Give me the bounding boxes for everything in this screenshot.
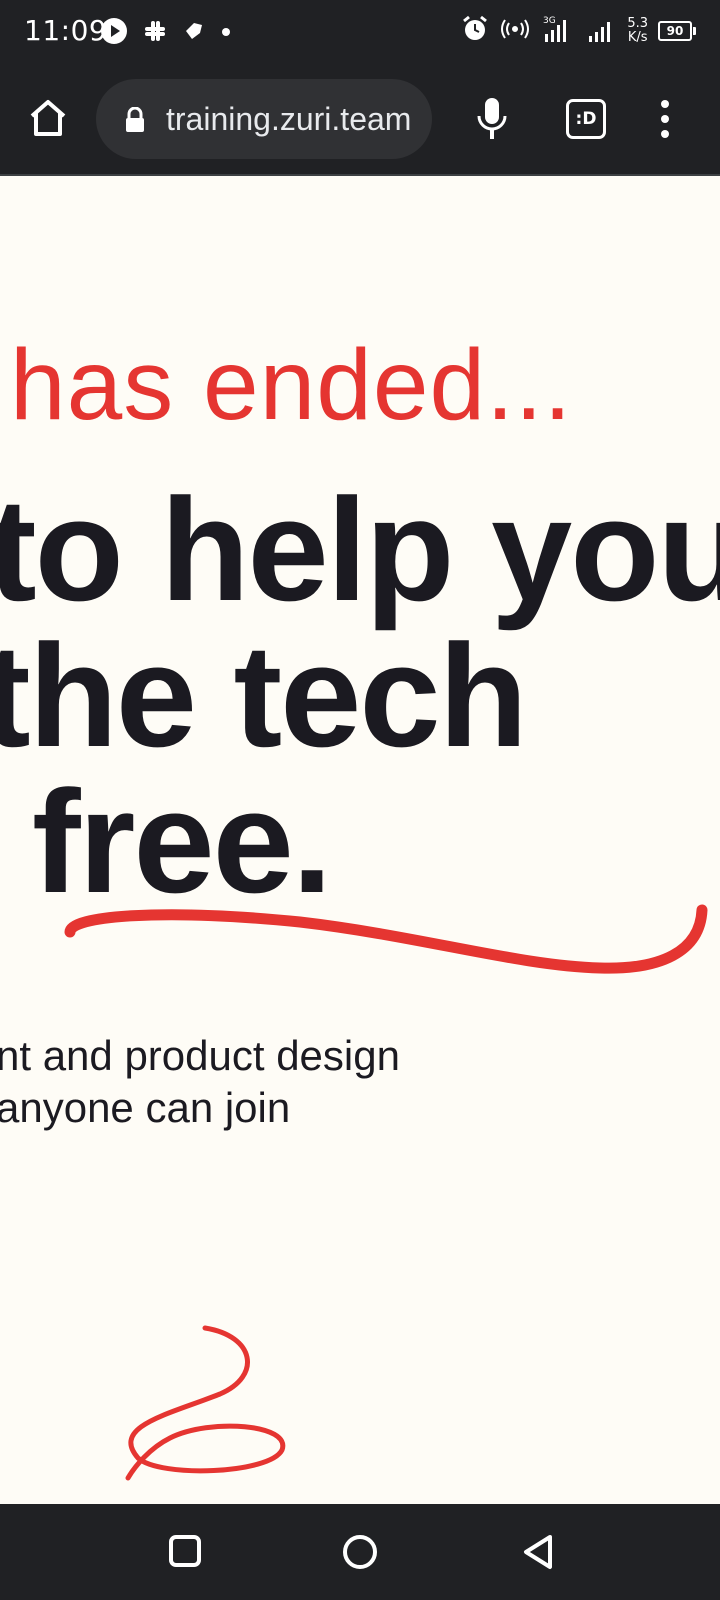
tab-switcher-button[interactable]: :D <box>566 99 606 139</box>
microphone-icon <box>477 98 507 139</box>
network-speed-unit: K/s <box>627 30 648 45</box>
slack-icon <box>142 18 168 49</box>
home-icon <box>30 100 66 136</box>
battery-level: 90 <box>658 21 692 41</box>
back-button[interactable] <box>520 1534 556 1575</box>
more-notifications-dot-icon <box>220 25 232 43</box>
browser-toolbar: training.zuri.team :D <box>0 66 720 176</box>
address-bar[interactable]: training.zuri.team <box>96 79 432 159</box>
home-nav-button[interactable] <box>342 1534 378 1575</box>
subtitle-text: has ended... <box>10 329 573 441</box>
overflow-menu-button[interactable] <box>650 96 680 142</box>
svg-text:3G: 3G <box>543 16 556 26</box>
hotspot-icon <box>499 17 531 45</box>
system-navigation-bar <box>0 1504 720 1600</box>
tag-icon <box>182 19 206 48</box>
red-underline-decoration <box>64 904 708 974</box>
network-speed: 5.3 K/s <box>627 17 648 45</box>
more-vertical-icon <box>661 100 669 138</box>
recents-button[interactable] <box>168 1534 202 1573</box>
system-icons: 3G 5.3 K/s 90 <box>461 14 696 48</box>
status-bar: 11:09 3G 5.3 K/s 90 <box>0 0 720 66</box>
home-button[interactable] <box>26 96 70 140</box>
signal-strength-icon <box>587 14 617 48</box>
square-icon <box>169 1535 201 1567</box>
network-speed-value: 5.3 <box>627 16 648 31</box>
battery-icon: 90 <box>658 21 696 41</box>
back-triangle-icon <box>524 1535 552 1569</box>
red-squiggle-decoration <box>125 1325 286 1481</box>
play-icon <box>100 17 128 50</box>
lock-icon <box>124 106 146 138</box>
url-text[interactable]: training.zuri.team <box>166 101 411 138</box>
voice-search-button[interactable] <box>472 96 512 142</box>
status-time: 11:09 <box>24 14 108 47</box>
headline-line-2: the tech <box>0 614 528 777</box>
body-text-line-1: nt and product design <box>0 1032 400 1079</box>
notification-icons <box>100 17 232 50</box>
signal-3g-icon: 3G <box>541 14 577 48</box>
body-text-line-2: anyone can join <box>0 1084 291 1131</box>
circle-icon <box>343 1535 377 1569</box>
web-page: has ended... to help you the tech free. … <box>0 176 720 1504</box>
alarm-icon <box>461 15 489 47</box>
headline-line-1: to help you <box>0 468 720 631</box>
